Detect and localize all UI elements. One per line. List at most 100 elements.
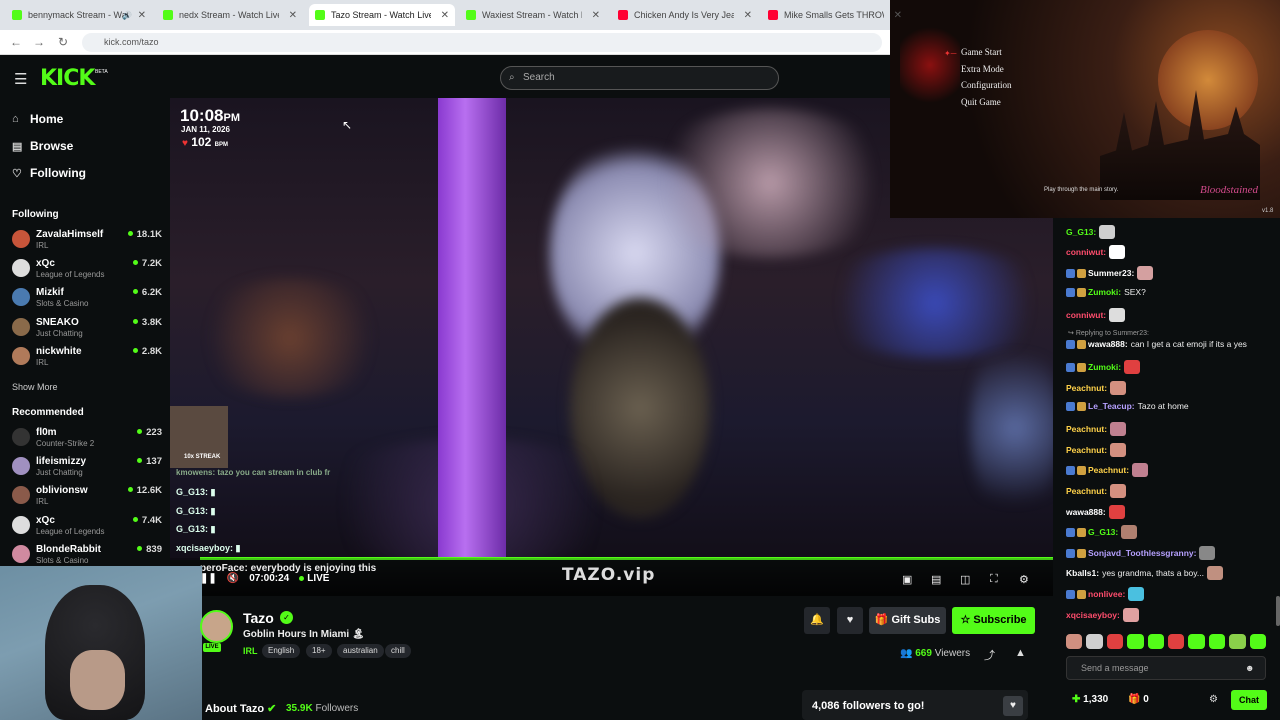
- chat-username[interactable]: Peachnut:: [1066, 424, 1107, 434]
- settings-icon[interactable]: ⚙: [1019, 573, 1029, 586]
- chat-username[interactable]: Zumoki:: [1088, 362, 1121, 372]
- sidebar-channel[interactable]: xQc League of Legends 7.2K: [12, 256, 162, 282]
- chat-username[interactable]: wawa888:: [1066, 507, 1106, 517]
- share-icon[interactable]: ⤴: [984, 647, 995, 663]
- volume-icon[interactable]: 🔇: [227, 573, 239, 584]
- browser-tab[interactable]: Chicken Andy Is Very Jealous ✕: [612, 4, 758, 26]
- stream-tag[interactable]: chill: [385, 644, 411, 658]
- emote-shortcut[interactable]: [1086, 634, 1103, 649]
- tab-close-icon[interactable]: ✕: [289, 10, 297, 21]
- chat-username[interactable]: Peachnut:: [1066, 383, 1107, 393]
- gift-count[interactable]: 🎁 0: [1128, 694, 1149, 705]
- play-pause-icon[interactable]: ❚❚: [200, 573, 217, 584]
- sidebar-channel[interactable]: BlondeRabbit Slots & Casino 839: [12, 542, 162, 568]
- follow-heart-icon[interactable]: ♥: [837, 607, 863, 634]
- sidebar-channel[interactable]: oblivionsw IRL 12.6K: [12, 483, 162, 509]
- overlay-chat-line: G_G13: ▮: [176, 506, 216, 516]
- channel-avatar: [12, 544, 30, 563]
- pip-icon[interactable]: ◫: [960, 573, 970, 586]
- chat-username[interactable]: Peachnut:: [1066, 445, 1107, 455]
- chat-username[interactable]: Sonjavd_Toothlessgranny:: [1088, 548, 1196, 558]
- tab-audio-icon[interactable]: 🔊: [122, 11, 132, 20]
- chat-username[interactable]: conniwut:: [1066, 247, 1106, 257]
- tab-close-icon[interactable]: ✕: [138, 10, 146, 21]
- browser-tab[interactable]: Mike Smalls Gets THROWN ✕: [762, 4, 908, 26]
- chat-username[interactable]: xqcisaeyboy:: [1066, 610, 1120, 620]
- live-indicator: LIVE: [299, 573, 329, 584]
- menu-icon[interactable]: ☰: [14, 70, 27, 88]
- tab-close-icon[interactable]: ✕: [744, 10, 752, 21]
- sidebar-nav-following[interactable]: ♡ Following: [12, 166, 86, 180]
- forward-icon[interactable]: →: [33, 35, 45, 49]
- show-more-link[interactable]: Show More: [12, 382, 58, 392]
- sidebar-nav-home[interactable]: ⌂ Home: [12, 112, 63, 126]
- url-field[interactable]: kick.com/tazo: [82, 33, 882, 52]
- chat-username[interactable]: Kballs1:: [1066, 568, 1099, 578]
- chat-username[interactable]: Peachnut:: [1066, 486, 1107, 496]
- browser-tab[interactable]: Waxiest Stream - Watch Live on Kick ✕: [460, 4, 606, 26]
- page-scrollbar[interactable]: [1276, 596, 1280, 626]
- about-heading: About Tazo ✔: [205, 702, 276, 715]
- reload-icon[interactable]: ↻: [58, 35, 68, 49]
- emote-shortcut[interactable]: [1249, 634, 1267, 649]
- chat-username[interactable]: Peachnut:: [1088, 465, 1129, 475]
- emote-shortcut[interactable]: [1066, 634, 1083, 649]
- sidebar-nav-browse[interactable]: ▤ Browse: [12, 139, 73, 153]
- search-input[interactable]: ⌕ Search: [500, 66, 779, 90]
- chat-username[interactable]: G_G13:: [1088, 527, 1118, 537]
- tab-close-icon[interactable]: ✕: [592, 10, 600, 21]
- tab-title: Mike Smalls Gets THROWN: [784, 10, 884, 20]
- emote-shortcut[interactable]: [1229, 634, 1246, 649]
- emote-shortcut[interactable]: [1188, 634, 1205, 649]
- back-icon[interactable]: ←: [10, 35, 22, 49]
- emote-shortcut[interactable]: [1147, 634, 1165, 649]
- chat-username[interactable]: nonlivee:: [1088, 589, 1125, 599]
- browser-tab[interactable]: bennymack Stream - Watch Live on🔊 ✕: [6, 4, 152, 26]
- emote-shortcut[interactable]: [1127, 634, 1144, 649]
- tab-close-icon[interactable]: ✕: [894, 10, 902, 21]
- chat-username[interactable]: conniwut:: [1066, 310, 1106, 320]
- sidebar-channel[interactable]: lifeismizzy Just Chatting 137: [12, 454, 162, 480]
- browser-tab[interactable]: Tazo Stream - Watch Live on Kick ✕: [309, 4, 455, 26]
- subscribe-button[interactable]: ☆ Subscribe: [952, 607, 1035, 634]
- kick-logo[interactable]: KICK: [40, 66, 95, 91]
- clip-icon[interactable]: ▣: [902, 573, 912, 586]
- sidebar-channel[interactable]: fl0m Counter-Strike 2 223: [12, 425, 162, 451]
- emote-shortcut[interactable]: [1208, 634, 1226, 649]
- chat-settings-icon[interactable]: ⚙: [1209, 694, 1218, 705]
- channel-avatar: [12, 230, 30, 248]
- channel-name[interactable]: Tazo: [243, 610, 274, 626]
- sidebar-channel[interactable]: ZavalaHimself IRL 18.1K: [12, 227, 162, 253]
- chat-text: SEX?: [1124, 287, 1146, 297]
- chat-input[interactable]: Send a message: [1066, 656, 1266, 680]
- emote-shortcut[interactable]: [1168, 634, 1185, 649]
- sidebar-channel[interactable]: SNEAKO Just Chatting 3.8K: [12, 315, 162, 341]
- chat-username[interactable]: wawa888:: [1088, 339, 1128, 349]
- sidebar-channel[interactable]: xQc League of Legends 7.4K: [12, 513, 162, 539]
- chat-username[interactable]: G_G13:: [1066, 227, 1096, 237]
- chat-username[interactable]: Le_Teacup:: [1088, 401, 1135, 411]
- game-version: v1.8: [1262, 208, 1274, 214]
- theatre-icon[interactable]: ▤: [931, 573, 941, 586]
- emote-shortcut[interactable]: [1106, 634, 1124, 649]
- sidebar-channel[interactable]: nickwhite IRL 2.8K: [12, 344, 162, 370]
- sidebar-channel[interactable]: Mizkif Slots & Casino 6.2K: [12, 285, 162, 311]
- tab-close-icon[interactable]: ✕: [441, 10, 449, 21]
- goal-heart-icon[interactable]: ♥: [1003, 696, 1023, 716]
- chat-username[interactable]: Zumoki:: [1088, 287, 1121, 297]
- fullscreen-icon[interactable]: ⛶: [990, 573, 998, 586]
- emoji-icon[interactable]: ☻: [1245, 663, 1254, 673]
- chat-username[interactable]: Summer23:: [1088, 268, 1134, 278]
- report-icon[interactable]: ▲: [1015, 647, 1026, 659]
- category-link[interactable]: IRL: [243, 646, 258, 656]
- browser-tab[interactable]: nedx Stream - Watch Live on Kick ✕: [157, 4, 303, 26]
- chat-emote: [1122, 608, 1139, 622]
- stream-tag[interactable]: 18+: [306, 644, 332, 658]
- gift-subs-button[interactable]: 🎁 Gift Subs: [869, 607, 946, 634]
- stream-tag[interactable]: English: [262, 644, 301, 658]
- chat-send-button[interactable]: Chat: [1231, 690, 1267, 710]
- notification-bell-icon[interactable]: 🔔: [804, 607, 830, 634]
- stream-tag[interactable]: australian: [337, 644, 384, 658]
- channel-points[interactable]: ✚ 1,330: [1072, 694, 1108, 705]
- channel-avatar[interactable]: [200, 610, 233, 643]
